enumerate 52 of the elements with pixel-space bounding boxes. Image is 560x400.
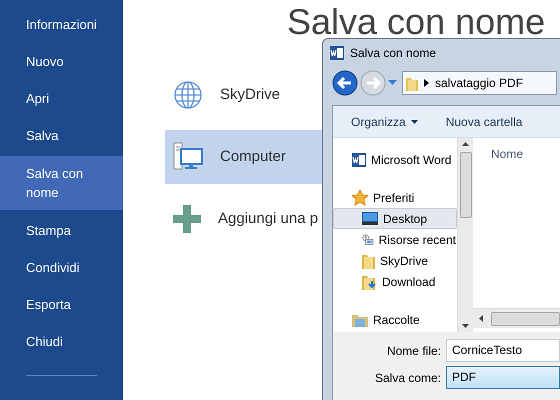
sidebar-item[interactable]: Informazioni [0, 6, 123, 43]
location-option[interactable]: Computer [165, 130, 322, 184]
scroll-down-icon[interactable] [462, 324, 469, 328]
field-label: Salva come: [374, 370, 442, 386]
folder-tree-item[interactable]: Desktop [333, 208, 457, 229]
folder-tree-item[interactable]: Raccolte [333, 309, 457, 330]
sidebar-item[interactable]: Salva con nome [0, 156, 123, 210]
scroll-left-icon[interactable] [479, 315, 483, 322]
field-label: Nome file: [386, 342, 442, 360]
desktop-icon [362, 212, 378, 225]
toolbar-button[interactable]: Nuova cartella [446, 112, 522, 130]
sidebar-item[interactable]: Chiudi [0, 323, 123, 360]
folder-icon [406, 76, 418, 90]
location-option[interactable]: SkyDrive [165, 68, 322, 122]
vertical-scrollbar[interactable] [457, 138, 473, 332]
folder-tree-item[interactable]: Risorse recent [333, 229, 457, 250]
location-option[interactable]: Aggiungi una p [165, 192, 322, 246]
sidebar-item[interactable]: Apri [0, 80, 123, 117]
dropdown-caret-icon[interactable] [388, 80, 397, 86]
folder-tree-item[interactable]: SkyDrive [333, 250, 457, 271]
word-icon [330, 46, 344, 60]
sidebar-item[interactable]: Salva [0, 117, 123, 154]
sidebar-item[interactable]: Stampa [0, 212, 123, 249]
computer-icon [173, 142, 203, 172]
scroll-thumb[interactable] [460, 152, 472, 218]
sidebar-item[interactable]: Condividi [0, 249, 123, 286]
caret-icon [410, 120, 418, 124]
scroll-up-icon[interactable] [462, 142, 469, 146]
column-header[interactable]: Nome [473, 138, 560, 308]
star-icon [352, 190, 368, 206]
globe-icon [173, 80, 203, 110]
folder-icon [362, 252, 375, 268]
address-path: salvataggio PDF [435, 75, 524, 92]
scroll-thumb[interactable] [491, 312, 560, 326]
sidebar-item[interactable]: Esporta [0, 286, 123, 323]
file-type-dropdown[interactable]: PDF [446, 366, 560, 389]
chevron-right-icon [424, 79, 429, 87]
page-title: Salva con nome [287, 0, 546, 44]
toolbar-button[interactable]: Organizza [351, 112, 418, 130]
download-folder-icon [362, 274, 377, 290]
sidebar-item[interactable]: Nuovo [0, 43, 123, 80]
recent-places-icon [362, 232, 374, 248]
word-icon [352, 152, 366, 166]
file-name-field[interactable]: CorniceTesto [446, 339, 560, 362]
folder-tree-item[interactable]: Microsoft Word [333, 149, 457, 170]
library-icon [352, 312, 368, 326]
horizontal-scrollbar[interactable] [473, 308, 560, 328]
address-bar[interactable]: salvataggio PDF [402, 71, 557, 95]
folder-tree-item[interactable]: Preferiti [333, 187, 457, 208]
plus-icon [173, 205, 201, 233]
dialog-title: Salva con nome [350, 45, 436, 62]
folder-tree-item[interactable]: Download [333, 271, 457, 292]
